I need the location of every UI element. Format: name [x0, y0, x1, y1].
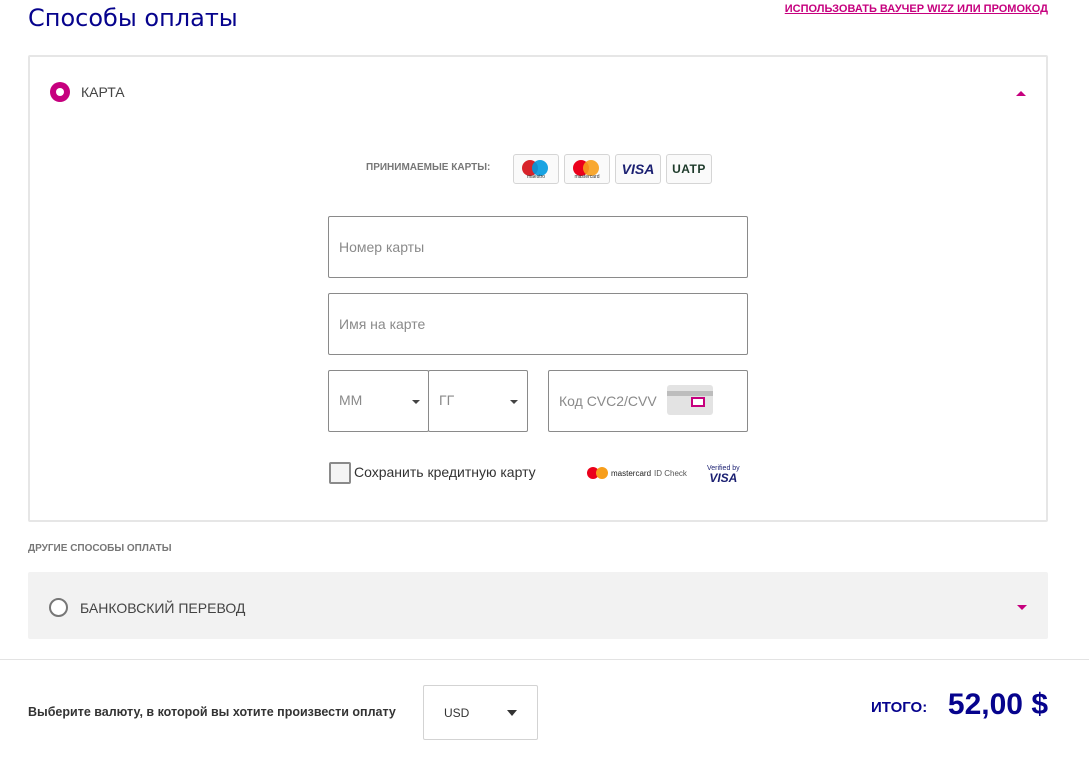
mastercard-id-check-badge: mastercard ID Check	[587, 467, 687, 479]
month-dropdown-icon	[412, 400, 420, 404]
visa-logo-icon: VISA	[615, 154, 661, 184]
verified-by-visa-badge: Verified by VISA	[707, 465, 740, 485]
card-method-label[interactable]: КАРТА	[81, 84, 125, 100]
card-name-input[interactable]	[329, 294, 747, 354]
page-title: Способы оплаты	[28, 4, 238, 32]
currency-label: Выберите валюту, в которой вы хотите про…	[28, 705, 396, 719]
card-number-field[interactable]	[328, 216, 748, 278]
save-card-checkbox[interactable]	[329, 462, 351, 484]
cvc-field[interactable]	[548, 370, 748, 432]
expiry-year-value: ГГ	[439, 392, 455, 408]
collapse-caret-icon[interactable]	[1016, 91, 1026, 96]
other-methods-heading: ДРУГИЕ СПОСОБЫ ОПЛАТЫ	[28, 543, 172, 554]
accepted-cards-logos: maestro mastercard VISA UATP	[513, 154, 712, 184]
bank-transfer-label[interactable]: БАНКОВСКИЙ ПЕРЕВОД	[80, 600, 245, 616]
expand-caret-icon[interactable]	[1017, 605, 1027, 610]
uatp-logo-icon: UATP	[666, 154, 712, 184]
currency-select[interactable]: USD	[423, 685, 538, 740]
voucher-promo-link[interactable]: ИСПОЛЬЗОВАТЬ ВАУЧЕР WIZZ ИЛИ ПРОМОКОД	[785, 3, 1048, 15]
expiry-year-select[interactable]: ГГ	[428, 370, 528, 432]
mastercard-logo-icon: mastercard	[564, 154, 610, 184]
maestro-logo-icon: maestro	[513, 154, 559, 184]
card-name-field[interactable]	[328, 293, 748, 355]
card-number-input[interactable]	[329, 217, 747, 277]
total-label: ИТОГО:	[871, 699, 928, 716]
card-payment-panel: КАРТА ПРИНИМАЕМЫЕ КАРТЫ: maestro masterc…	[28, 55, 1048, 522]
currency-value: USD	[444, 706, 470, 720]
card-radio[interactable]	[50, 82, 70, 102]
cvc-card-icon	[667, 385, 713, 415]
expiry-month-value: ММ	[339, 392, 363, 408]
currency-dropdown-icon	[507, 710, 517, 716]
accepted-cards-label: ПРИНИМАЕМЫЕ КАРТЫ:	[366, 162, 491, 173]
footer-divider	[0, 659, 1089, 660]
bank-transfer-radio[interactable]	[49, 598, 68, 617]
bank-transfer-panel[interactable]: БАНКОВСКИЙ ПЕРЕВОД	[28, 572, 1048, 639]
expiry-month-select[interactable]: ММ	[328, 370, 429, 432]
total-value: 52,00 $	[947, 688, 1048, 721]
year-dropdown-icon	[510, 400, 518, 404]
save-card-label[interactable]: Сохранить кредитную карту	[354, 464, 536, 480]
